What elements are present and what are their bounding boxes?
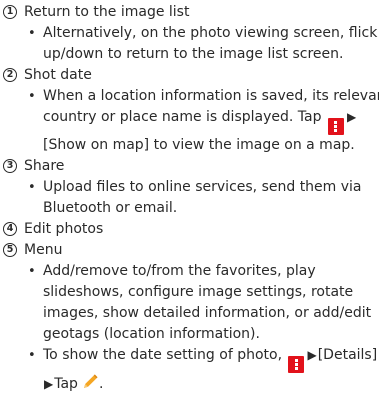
item-title: Return to the image list	[24, 4, 190, 20]
number-badge: 4	[3, 222, 17, 236]
bullet-text: Alternatively, on the photo viewing scre…	[43, 25, 378, 41]
bullet-text: To show the date setting of photo,	[43, 347, 283, 363]
bullet-text: up/down to return to the image list scre…	[43, 46, 344, 62]
bullet-list: Upload files to online services, send th…	[2, 177, 379, 219]
menu-more-icon	[288, 356, 305, 373]
arrow-right-icon: ▶	[307, 348, 317, 362]
number-badge: 2	[3, 68, 17, 82]
item-menu: 5 Menu Add/remove to/from the favorites,…	[2, 240, 379, 398]
item-title: Menu	[24, 242, 63, 258]
number-badge: 5	[3, 243, 17, 257]
item-title: Share	[24, 158, 65, 174]
bullet-text: .	[98, 376, 104, 392]
number-badge: 1	[3, 5, 17, 19]
bullet-text-line: To show the date setting of photo, ▶[Det…	[43, 345, 379, 373]
arrow-right-icon: ▶	[44, 377, 54, 391]
item-share: 3 Share Upload files to online services,…	[2, 156, 379, 219]
bullet-text: country or place name is displayed. Tap	[43, 109, 322, 125]
item-shot-date: 2 Shot date When a location information …	[2, 65, 379, 156]
bullet-list: Alternatively, on the photo viewing scre…	[2, 23, 379, 65]
bullet-text: When a location information is saved, it…	[43, 88, 379, 104]
bullet-item: Upload files to online services, send th…	[25, 177, 379, 219]
bullet-text: slideshows, configure image settings, ro…	[43, 284, 354, 300]
menu-more-icon	[327, 118, 344, 135]
bullet-text: Upload files to online services, send th…	[43, 179, 362, 195]
item-title: Shot date	[24, 67, 92, 83]
document: 1 Return to the image list Alternatively…	[0, 0, 379, 398]
bullet-text-line: country or place name is displayed. Tap …	[43, 107, 379, 135]
bullet-item: Add/remove to/from the favorites, play s…	[25, 261, 379, 345]
number-badge: 3	[3, 159, 17, 173]
bullet-list: When a location information is saved, it…	[2, 86, 379, 156]
item-edit-photos: 4 Edit photos	[2, 219, 379, 240]
item-title: Edit photos	[24, 221, 104, 237]
bullet-text: [Details]	[317, 347, 378, 363]
bullet-text: geotags (location information).	[43, 326, 260, 342]
arrow-right-icon: ▶	[346, 110, 357, 124]
bullet-text: Tap	[54, 376, 78, 392]
bullet-text: Add/remove to/from the favorites, play	[43, 263, 316, 279]
bullet-list: Add/remove to/from the favorites, play s…	[2, 261, 379, 398]
item-return-to-list: 1 Return to the image list Alternatively…	[2, 2, 379, 65]
bullet-item: Alternatively, on the photo viewing scre…	[25, 23, 379, 65]
bullet-item: To show the date setting of photo, ▶[Det…	[25, 345, 379, 398]
bullet-text: [Show on map] to view the image on a map…	[43, 137, 355, 153]
bullet-text: images, show detailed information, or ad…	[43, 305, 372, 321]
bullet-item: When a location information is saved, it…	[25, 86, 379, 156]
bullet-text: Bluetooth or email.	[43, 200, 178, 216]
